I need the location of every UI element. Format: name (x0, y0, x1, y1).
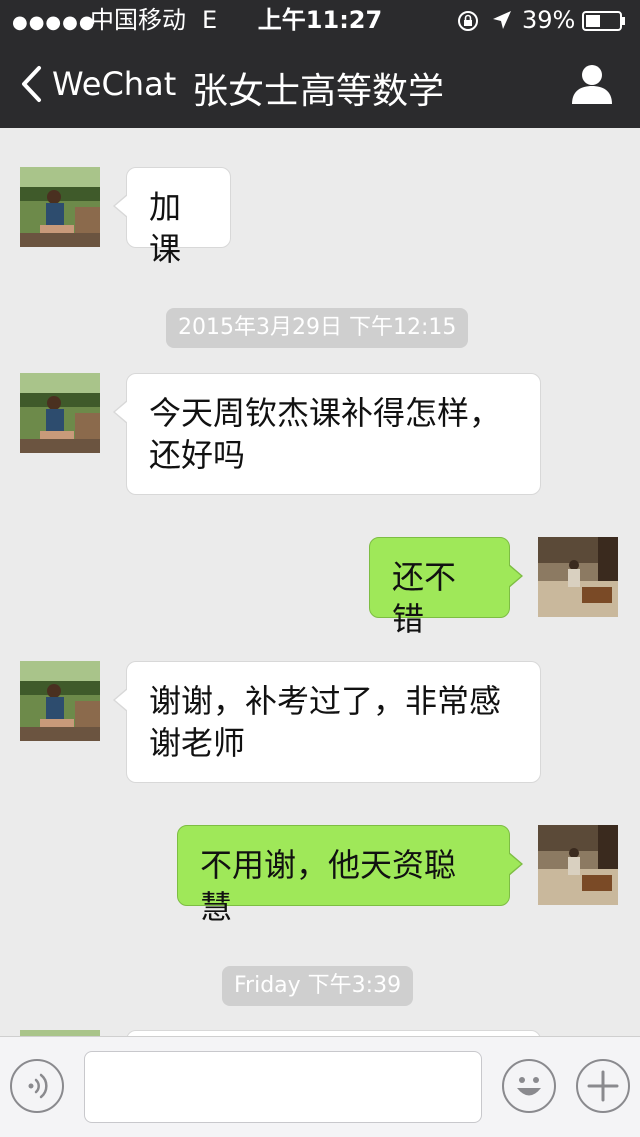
my-avatar[interactable] (538, 537, 618, 617)
timestamp: Friday 下午3:39 (222, 966, 414, 1006)
message-text-line: 谢老师 (149, 724, 246, 762)
message-text: 还不错 (392, 558, 457, 638)
chevron-left-icon (22, 66, 41, 102)
profile-icon[interactable] (568, 60, 616, 108)
voice-button[interactable] (10, 1059, 64, 1113)
contact-avatar[interactable] (20, 167, 100, 247)
status-bar: ●●●●● 中国移动 E 上午11:27 39% (0, 0, 640, 40)
navigation-bar: WeChat 张女士高等数学 (0, 40, 640, 128)
voice-icon (28, 1073, 48, 1099)
emoji-button[interactable] (502, 1059, 556, 1113)
incoming-message-bubble[interactable]: 谢谢，补考过了，非常感 谢老师 (113, 661, 541, 783)
back-label: WeChat (52, 65, 177, 103)
outgoing-message-bubble[interactable]: 还不错 (369, 537, 523, 638)
contact-avatar[interactable] (20, 661, 100, 741)
timestamp: 2015年3月29日 下午12:15 (166, 308, 469, 348)
message-text: 加课 (149, 188, 182, 268)
battery-percent: 39% (522, 6, 576, 34)
contact-avatar[interactable] (20, 373, 100, 453)
incoming-message-bubble[interactable]: 今天周钦杰课补得怎样， 还好吗 (113, 373, 541, 495)
message-text-line: 今天周钦杰课补得怎样， (149, 394, 502, 432)
input-bar (0, 1036, 640, 1137)
location-arrow-icon (493, 11, 511, 29)
top-bar: ●●●●● 中国移动 E 上午11:27 39% WeChat 张女士高等数学 (0, 0, 640, 128)
outgoing-message-bubble[interactable]: 不用谢，他天资聪慧 (177, 825, 523, 926)
plus-button[interactable] (576, 1059, 630, 1113)
rotation-lock-icon (458, 11, 478, 31)
my-avatar[interactable] (538, 825, 618, 905)
message-text-line: 还好吗 (149, 436, 246, 474)
message-text-line: 谢谢，补考过了，非常感 (149, 682, 502, 720)
chat-title: 张女士高等数学 (192, 71, 445, 112)
plus-icon (587, 1070, 619, 1102)
emoji-icon (517, 1077, 541, 1096)
incoming-message-bubble[interactable]: 加课 (113, 167, 231, 268)
message-input[interactable] (84, 1051, 482, 1123)
back-button[interactable]: WeChat (20, 64, 176, 104)
message-text: 不用谢，他天资聪慧 (200, 846, 457, 926)
battery-icon (582, 11, 625, 31)
